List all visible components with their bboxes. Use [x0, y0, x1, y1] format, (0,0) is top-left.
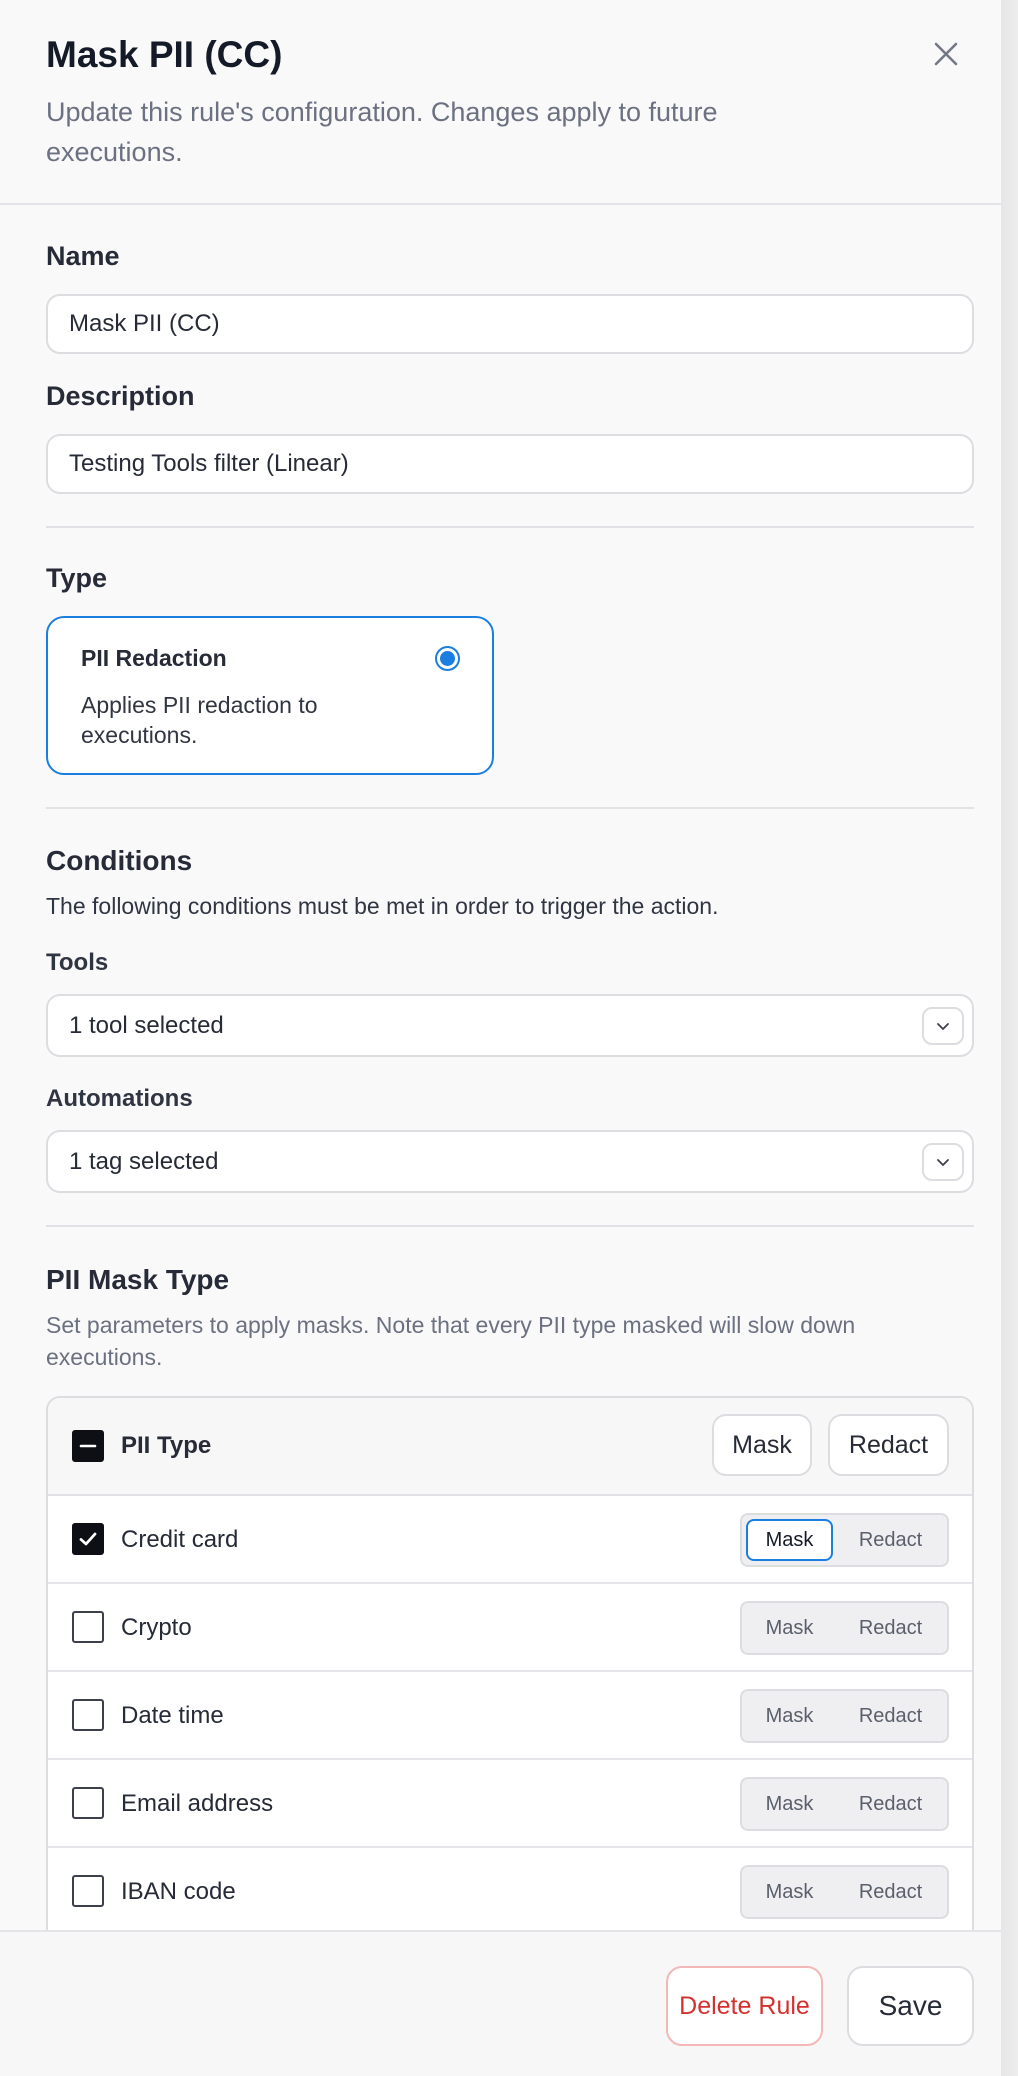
table-row: Credit card Mask Redact	[48, 1496, 972, 1584]
close-button[interactable]	[928, 36, 964, 72]
conditions-title: Conditions	[46, 845, 193, 876]
redact-option[interactable]: Redact	[838, 1783, 943, 1825]
row-checkbox[interactable]	[72, 1699, 104, 1731]
edit-rule-dialog: Mask PII (CC) Update this rule's configu…	[0, 0, 1001, 2076]
chevron-down-icon	[937, 1023, 949, 1030]
automations-label: Automations	[46, 1085, 193, 1112]
name-input[interactable]: Mask PII (CC)	[46, 294, 974, 354]
pii-type-label: IBAN code	[121, 1878, 236, 1905]
type-option-title: PII Redaction	[81, 645, 227, 671]
select-all-checkbox[interactable]	[72, 1430, 104, 1462]
tools-dropdown-button[interactable]	[922, 1007, 964, 1045]
dialog-header: Mask PII (CC) Update this rule's configu…	[0, 0, 1001, 205]
pii-type-label: Email address	[121, 1790, 274, 1817]
backdrop-edge	[1001, 0, 1018, 2076]
row-checkbox[interactable]	[72, 1523, 104, 1555]
tools-label: Tools	[46, 949, 109, 976]
automations-select[interactable]: 1 tag selected	[46, 1130, 974, 1193]
automations-dropdown-button[interactable]	[922, 1143, 964, 1181]
pii-table-header: PII Type Mask Redact	[48, 1398, 972, 1496]
pii-type-label: Credit card	[121, 1526, 239, 1553]
description-input[interactable]: Testing Tools filter (Linear)	[46, 434, 974, 494]
redact-all-button[interactable]: Redact	[828, 1414, 949, 1476]
type-option-description: Applies PII redaction to executions.	[81, 692, 318, 748]
close-icon	[934, 42, 958, 66]
row-checkbox[interactable]	[72, 1611, 104, 1643]
description-label: Description	[46, 381, 195, 411]
pii-type-column-header: PII Type	[121, 1432, 212, 1459]
dialog-footer: Delete Rule Save	[0, 1930, 1001, 2076]
table-row: Email address Mask Redact	[48, 1760, 972, 1848]
divider	[46, 526, 974, 528]
redact-option[interactable]: Redact	[838, 1519, 943, 1561]
mask-mode-toggle: Mask Redact	[740, 1865, 949, 1919]
tools-select-value: 1 tool selected	[69, 1012, 224, 1039]
divider	[46, 1225, 974, 1227]
dialog-title: Mask PII (CC)	[46, 34, 283, 75]
mask-all-button[interactable]: Mask	[712, 1414, 812, 1476]
pii-type-label: Date time	[121, 1702, 224, 1729]
redact-option[interactable]: Redact	[838, 1607, 943, 1649]
pii-type-label: Crypto	[121, 1614, 192, 1641]
pii-mask-type-title: PII Mask Type	[46, 1264, 230, 1295]
table-row: Crypto Mask Redact	[48, 1584, 972, 1672]
mask-mode-toggle: Mask Redact	[740, 1689, 949, 1743]
delete-rule-button[interactable]: Delete Rule	[666, 1966, 823, 2046]
table-row: Date time Mask Redact	[48, 1672, 972, 1760]
pii-mask-type-description: Set parameters to apply masks. Note that…	[46, 1312, 856, 1370]
mask-option[interactable]: Mask	[746, 1783, 833, 1825]
type-option-pii-redaction[interactable]: PII Redaction Applies PII redaction to e…	[46, 616, 494, 775]
type-radio[interactable]	[435, 646, 460, 671]
type-label: Type	[46, 563, 108, 593]
mask-mode-toggle: Mask Redact	[740, 1513, 949, 1567]
row-checkbox[interactable]	[72, 1875, 104, 1907]
mask-mode-toggle: Mask Redact	[740, 1777, 949, 1831]
mask-option[interactable]: Mask	[746, 1695, 833, 1737]
redact-option[interactable]: Redact	[838, 1871, 943, 1913]
conditions-description: The following conditions must be met in …	[46, 893, 719, 919]
mask-option[interactable]: Mask	[746, 1519, 833, 1561]
indeterminate-icon	[79, 1444, 97, 1448]
save-button[interactable]: Save	[847, 1966, 974, 2046]
mask-option[interactable]: Mask	[746, 1871, 833, 1913]
name-label: Name	[46, 241, 120, 271]
checkmark-icon	[79, 1532, 97, 1546]
dialog-subtitle: Update this rule's configuration. Change…	[46, 97, 718, 167]
mask-mode-toggle: Mask Redact	[740, 1601, 949, 1655]
redact-option[interactable]: Redact	[838, 1695, 943, 1737]
divider	[46, 807, 974, 809]
row-checkbox[interactable]	[72, 1787, 104, 1819]
mask-option[interactable]: Mask	[746, 1607, 833, 1649]
tools-select[interactable]: 1 tool selected	[46, 994, 974, 1057]
automations-select-value: 1 tag selected	[69, 1148, 219, 1175]
table-row: IBAN code Mask Redact	[48, 1848, 972, 1936]
chevron-down-icon	[937, 1159, 949, 1166]
